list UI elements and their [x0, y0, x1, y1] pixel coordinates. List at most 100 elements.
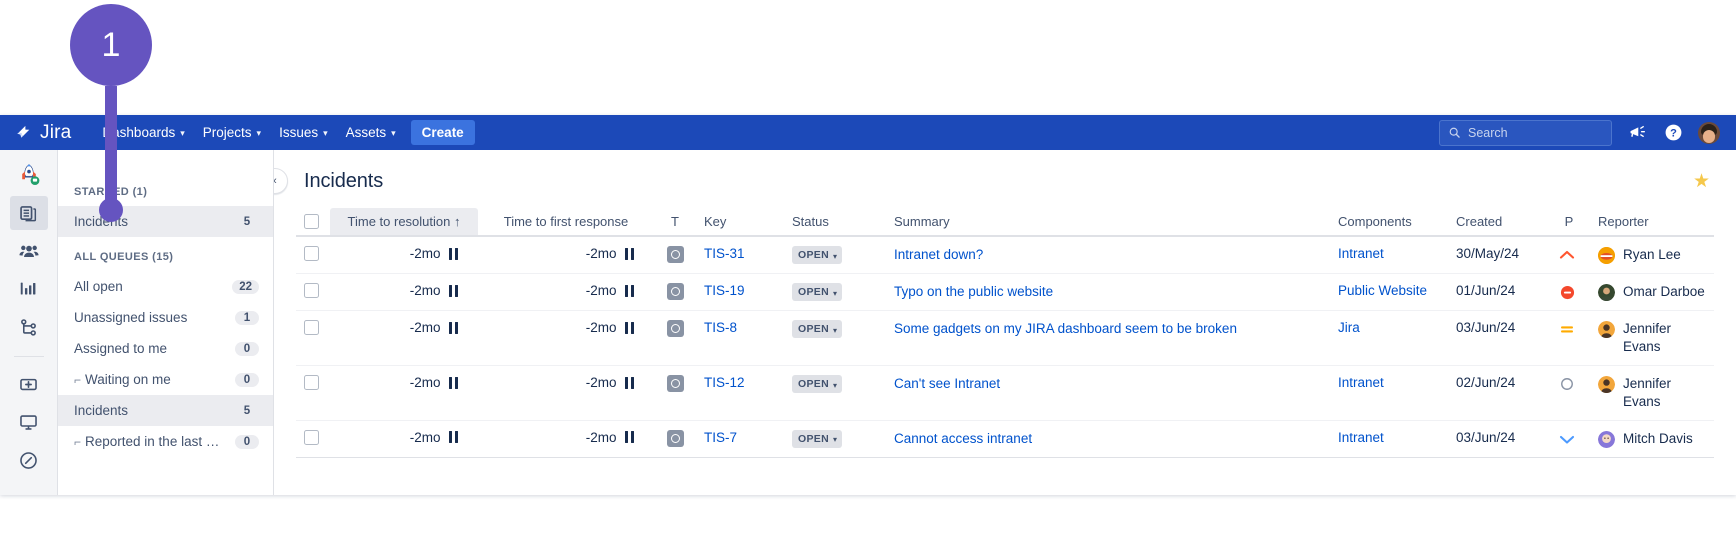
- reporter-cell: Ryan Lee: [1590, 236, 1714, 274]
- component-link[interactable]: Intranet: [1338, 246, 1384, 261]
- megaphone-icon[interactable]: [1626, 122, 1648, 144]
- time-to-first-response-cell: -2mo: [478, 311, 654, 366]
- column-header-created[interactable]: Created: [1448, 208, 1548, 236]
- row-checkbox[interactable]: [304, 246, 319, 261]
- issue-key-link[interactable]: TIS-31: [704, 246, 745, 261]
- summary-link[interactable]: Typo on the public website: [894, 284, 1053, 299]
- issue-key-link[interactable]: TIS-19: [704, 283, 745, 298]
- table-row[interactable]: -2mo -2mo TIS: [296, 236, 1714, 274]
- table-row[interactable]: -2mo -2mo TIS: [296, 366, 1714, 421]
- sla-text: -2mo: [410, 246, 441, 261]
- service-request-icon: [667, 246, 684, 263]
- sidebar-item-waiting-on-me[interactable]: ⌐Waiting on me 0: [58, 364, 273, 395]
- row-select-cell: [296, 311, 330, 366]
- column-header-time-to-resolution[interactable]: Time to resolution ↑: [330, 208, 478, 236]
- reporter[interactable]: Ryan Lee: [1598, 246, 1706, 264]
- issue-type-cell: [654, 274, 696, 311]
- monitor-icon[interactable]: [10, 405, 48, 439]
- summary-link[interactable]: Some gadgets on my JIRA dashboard seem t…: [894, 321, 1237, 336]
- service-request-icon: [667, 283, 684, 300]
- queues-icon[interactable]: [10, 196, 48, 230]
- sla-value: -2mo: [338, 283, 470, 298]
- top-navigation-bar: Jira Dashboards ▾ Projects ▾ Issues ▾ As…: [0, 115, 1736, 150]
- nav-item-dashboards[interactable]: Dashboards ▾: [93, 119, 193, 146]
- row-checkbox[interactable]: [304, 375, 319, 390]
- sidebar-item-assigned-to-me[interactable]: Assigned to me 0: [58, 333, 273, 364]
- status-badge[interactable]: OPEN ▾: [792, 430, 842, 448]
- column-header-type[interactable]: T: [654, 208, 696, 236]
- sla-paused-icon: [449, 322, 459, 334]
- summary-link[interactable]: Cannot access intranet: [894, 431, 1032, 446]
- compass-icon[interactable]: [10, 443, 48, 477]
- sidebar-item-reported-last-60[interactable]: ⌐Reported in the last 60 ... 0: [58, 426, 273, 457]
- time-to-first-response-cell: -2mo: [478, 236, 654, 274]
- column-header-reporter[interactable]: Reporter: [1590, 208, 1714, 236]
- issue-key-link[interactable]: TIS-12: [704, 375, 745, 390]
- sidebar-item-count: 22: [232, 280, 259, 294]
- search-input[interactable]: Search: [1439, 120, 1612, 146]
- avatar: [1598, 284, 1615, 301]
- table-row[interactable]: -2mo -2mo TIS: [296, 420, 1714, 457]
- column-header-components[interactable]: Components: [1330, 208, 1448, 236]
- issue-key-link[interactable]: TIS-8: [704, 320, 737, 335]
- sla-value: -2mo: [486, 283, 646, 298]
- table-row[interactable]: -2mo -2mo TIS: [296, 311, 1714, 366]
- table-body: -2mo -2mo TIS: [296, 236, 1714, 457]
- help-icon[interactable]: ?: [1662, 122, 1684, 144]
- component-link[interactable]: Public Website: [1338, 283, 1427, 298]
- reporter[interactable]: Mitch Davis: [1598, 430, 1706, 448]
- table-row[interactable]: -2mo -2mo TIS: [296, 274, 1714, 311]
- summary-link[interactable]: Can't see Intranet: [894, 376, 1000, 391]
- issue-type-cell: [654, 311, 696, 366]
- status-badge[interactable]: OPEN ▾: [792, 283, 842, 301]
- chevron-down-icon: ▾: [833, 381, 837, 390]
- summary-link[interactable]: Intranet down?: [894, 247, 983, 262]
- create-button[interactable]: Create: [411, 120, 475, 145]
- row-checkbox[interactable]: [304, 430, 319, 445]
- customers-icon[interactable]: [10, 234, 48, 268]
- sidebar-item-label: Waiting on me: [85, 372, 171, 387]
- select-all-checkbox[interactable]: [304, 214, 319, 229]
- status-badge[interactable]: OPEN ▾: [792, 246, 842, 264]
- column-header-status[interactable]: Status: [784, 208, 886, 236]
- component-link[interactable]: Intranet: [1338, 375, 1384, 390]
- issue-key-link[interactable]: TIS-7: [704, 430, 737, 445]
- issue-key-cell: TIS-8: [696, 311, 784, 366]
- column-header-time-to-first-response[interactable]: Time to first response: [478, 208, 654, 236]
- row-checkbox[interactable]: [304, 283, 319, 298]
- table-header: Time to resolution ↑ Time to first respo…: [296, 208, 1714, 236]
- nav-item-assets[interactable]: Assets ▾: [337, 119, 405, 146]
- star-filled-icon[interactable]: ★: [1693, 172, 1714, 191]
- column-header-key[interactable]: Key: [696, 208, 784, 236]
- row-checkbox[interactable]: [304, 320, 319, 335]
- reporter[interactable]: Jennifer Evans: [1598, 320, 1706, 356]
- sidebar-item-all-open[interactable]: All open 22: [58, 271, 273, 302]
- nav-item-projects[interactable]: Projects ▾: [194, 119, 270, 146]
- nav-item-issues[interactable]: Issues ▾: [270, 119, 337, 146]
- sidebar-item-starred-incidents[interactable]: Incidents 5: [58, 206, 273, 237]
- status-badge[interactable]: OPEN ▾: [792, 320, 842, 338]
- component-link[interactable]: Jira: [1338, 320, 1360, 335]
- chevron-left-icon[interactable]: ‹: [274, 168, 288, 194]
- reporter[interactable]: Omar Darboe: [1598, 283, 1706, 301]
- priority-medium-icon: [1556, 320, 1578, 338]
- column-header-priority[interactable]: P: [1548, 208, 1590, 236]
- left-icon-rail: [0, 150, 58, 495]
- status-badge[interactable]: OPEN ▾: [792, 375, 842, 393]
- component-link[interactable]: Intranet: [1338, 430, 1384, 445]
- profile-avatar[interactable]: [1698, 122, 1720, 144]
- sidebar-item-incidents[interactable]: Incidents 5: [58, 395, 273, 426]
- add-icon[interactable]: [10, 367, 48, 401]
- reports-icon[interactable]: [10, 272, 48, 306]
- priority-cell: [1548, 420, 1590, 457]
- column-header-summary[interactable]: Summary: [886, 208, 1330, 236]
- workflow-icon[interactable]: [10, 310, 48, 344]
- chevron-down-icon: ▾: [323, 128, 328, 139]
- jira-logo[interactable]: Jira: [16, 122, 71, 144]
- rocket-icon[interactable]: [10, 158, 48, 192]
- sidebar-item-unassigned-issues[interactable]: Unassigned issues 1: [58, 302, 273, 333]
- service-request-icon: [667, 375, 684, 392]
- reporter[interactable]: Jennifer Evans: [1598, 375, 1706, 411]
- time-to-resolution-cell: -2mo: [330, 236, 478, 274]
- priority-cell: [1548, 366, 1590, 421]
